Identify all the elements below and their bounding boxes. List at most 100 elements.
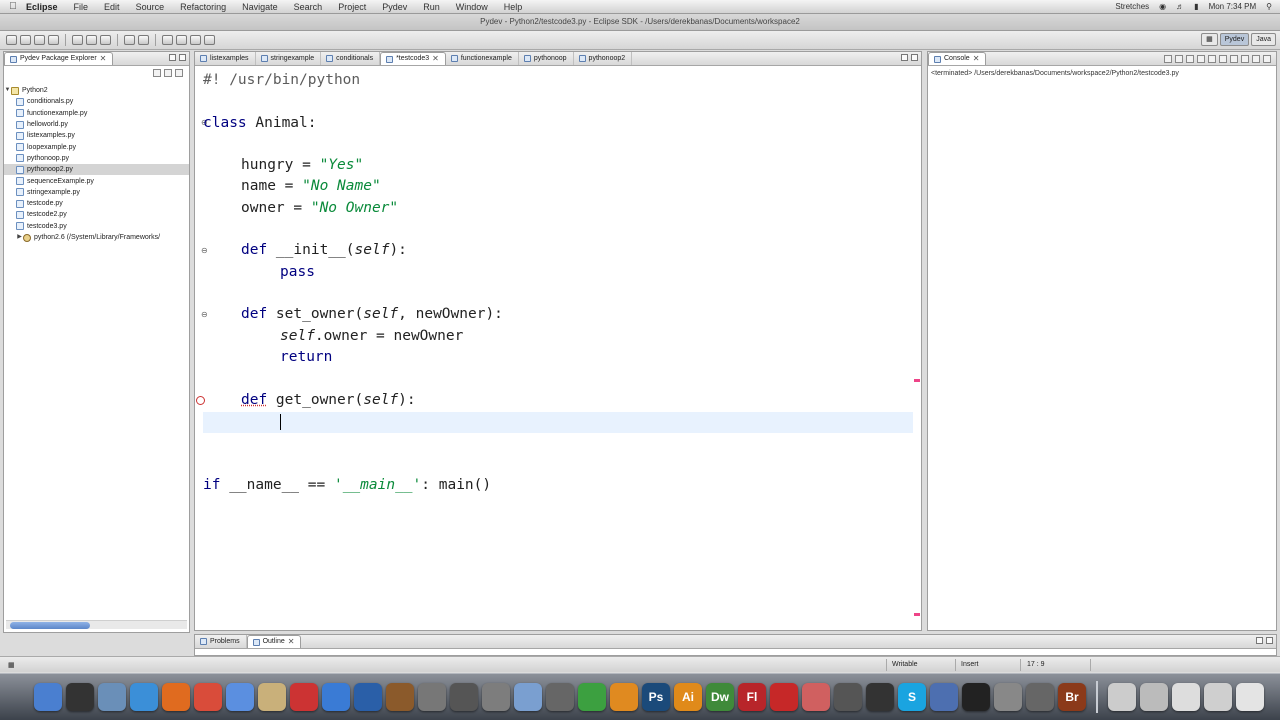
- skype-icon[interactable]: S: [898, 683, 926, 711]
- documents-icon[interactable]: [1108, 683, 1136, 711]
- maximize-icon[interactable]: [1263, 55, 1271, 63]
- illustrator-icon[interactable]: Ai: [674, 683, 702, 711]
- downloads-icon[interactable]: [1172, 683, 1200, 711]
- firefox-icon[interactable]: [162, 683, 190, 711]
- wifi-icon[interactable]: ◉: [1159, 2, 1166, 11]
- link-editor-icon[interactable]: [164, 69, 172, 77]
- tab-problems[interactable]: Problems: [195, 635, 247, 648]
- automator-icon[interactable]: [418, 683, 446, 711]
- spotlight-icon[interactable]: ⚲: [1266, 2, 1272, 11]
- pages-icon[interactable]: [610, 683, 638, 711]
- acrobat-icon[interactable]: [770, 683, 798, 711]
- tab-pythonoop[interactable]: pythonoop: [519, 52, 574, 65]
- system-prefs-icon[interactable]: [482, 683, 510, 711]
- pin-console-icon[interactable]: [1219, 55, 1227, 63]
- trash-icon[interactable]: [1236, 683, 1264, 711]
- address-book-icon[interactable]: [258, 683, 286, 711]
- tree-item-file[interactable]: testcode2.py: [4, 209, 189, 220]
- view-menu-icon[interactable]: [175, 69, 183, 77]
- photoshop-icon[interactable]: Ps: [642, 683, 670, 711]
- scrollbar-thumb[interactable]: [10, 622, 90, 629]
- tree-item-file[interactable]: pythonoop.py: [4, 153, 189, 164]
- menu-help[interactable]: Help: [504, 2, 523, 12]
- horizontal-scrollbar[interactable]: [6, 620, 187, 629]
- menu-source[interactable]: Source: [136, 2, 165, 12]
- clapper-icon[interactable]: [866, 683, 894, 711]
- camera-icon[interactable]: [834, 683, 862, 711]
- close-icon[interactable]: ✕: [432, 53, 439, 65]
- close-icon[interactable]: ✕: [100, 53, 107, 65]
- expose-icon[interactable]: [450, 683, 478, 711]
- prev-annotation-icon[interactable]: [176, 35, 187, 45]
- tab-listexamples[interactable]: listexamples: [195, 52, 256, 65]
- open-type-icon[interactable]: [124, 35, 135, 45]
- tree-item-file[interactable]: stringexample.py: [4, 187, 189, 198]
- forward-icon[interactable]: [204, 35, 215, 45]
- minimize-icon[interactable]: [169, 54, 176, 61]
- flash-icon[interactable]: Fl: [738, 683, 766, 711]
- menu-pydev[interactable]: Pydev: [382, 2, 407, 12]
- overview-ruler[interactable]: [914, 67, 920, 628]
- terminate-icon[interactable]: [1164, 55, 1172, 63]
- tree-item-file[interactable]: loopexample.py: [4, 141, 189, 152]
- tree-item-file[interactable]: functionexample.py: [4, 108, 189, 119]
- print-icon[interactable]: [48, 35, 59, 45]
- tab-functionexample[interactable]: functionexample: [446, 52, 519, 65]
- bridge-icon[interactable]: Br: [1058, 683, 1086, 711]
- maximize-icon[interactable]: [1266, 637, 1273, 644]
- stack-icon[interactable]: [1140, 683, 1168, 711]
- minimize-icon[interactable]: [1252, 55, 1260, 63]
- menu-search[interactable]: Search: [294, 2, 323, 12]
- minimize-icon[interactable]: [1256, 637, 1263, 644]
- tab-conditionals[interactable]: conditionals: [321, 52, 381, 65]
- terminal-icon[interactable]: [962, 683, 990, 711]
- tree-item-file[interactable]: listexamples.py: [4, 130, 189, 141]
- network-icon[interactable]: [930, 683, 958, 711]
- tab-stringexample[interactable]: stringexample: [256, 52, 322, 65]
- app-menu[interactable]: Eclipse: [26, 2, 58, 12]
- css-edit-icon[interactable]: [802, 683, 830, 711]
- search-icon[interactable]: [138, 35, 149, 45]
- menu-edit[interactable]: Edit: [104, 2, 120, 12]
- save-icon[interactable]: [20, 35, 31, 45]
- apple-menu-icon[interactable]: : [0, 1, 26, 12]
- tree-item-file-selected[interactable]: pythonoop2.py: [4, 164, 189, 176]
- open-perspective-icon[interactable]: ▦: [1201, 33, 1218, 46]
- safari-icon[interactable]: [130, 683, 158, 711]
- error-ruler-mark[interactable]: [914, 379, 920, 382]
- error-ruler-mark[interactable]: [914, 613, 920, 616]
- tree-item-file[interactable]: testcode3.py: [4, 221, 189, 232]
- tab-console[interactable]: Console ✕: [928, 52, 987, 65]
- clear-console-icon[interactable]: [1208, 55, 1216, 63]
- dreamweaver-icon[interactable]: Dw: [706, 683, 734, 711]
- chrome-icon[interactable]: [194, 683, 222, 711]
- perspective-pydev[interactable]: Pydev: [1219, 33, 1250, 46]
- scroll-lock-icon[interactable]: [1197, 55, 1205, 63]
- battery-icon[interactable]: ▮: [1194, 2, 1198, 11]
- maximize-icon[interactable]: [179, 54, 186, 61]
- menu-run[interactable]: Run: [423, 2, 440, 12]
- back-icon[interactable]: [190, 35, 201, 45]
- dashboard-icon[interactable]: [66, 683, 94, 711]
- tree-item-file[interactable]: conditionals.py: [4, 96, 189, 107]
- display-console-icon[interactable]: [1230, 55, 1238, 63]
- tree-item-project[interactable]: ▼ Python2: [4, 85, 189, 96]
- new-icon[interactable]: [6, 35, 17, 45]
- open-console-icon[interactable]: [1241, 55, 1249, 63]
- fast-view-icon[interactable]: ▦: [8, 661, 15, 669]
- menu-navigate[interactable]: Navigate: [242, 2, 278, 12]
- expanded-arrow-icon[interactable]: ▼: [4, 85, 11, 96]
- debug-icon[interactable]: [72, 35, 83, 45]
- volume-icon[interactable]: ♬: [1176, 2, 1184, 11]
- menu-window[interactable]: Window: [456, 2, 488, 12]
- menu-refactoring[interactable]: Refactoring: [180, 2, 226, 12]
- tree-item-file[interactable]: helloworld.py: [4, 119, 189, 130]
- tree-item-file[interactable]: testcode.py: [4, 198, 189, 209]
- code-text-area[interactable]: #! /usr/bin/python class Animal: hungry …: [203, 66, 913, 626]
- x-app-icon[interactable]: [1026, 683, 1054, 711]
- perspective-java[interactable]: Java: [1251, 33, 1276, 46]
- folder-icon[interactable]: [1204, 683, 1232, 711]
- collapse-all-icon[interactable]: [153, 69, 161, 77]
- ical-icon[interactable]: [290, 683, 318, 711]
- preview-icon[interactable]: [98, 683, 126, 711]
